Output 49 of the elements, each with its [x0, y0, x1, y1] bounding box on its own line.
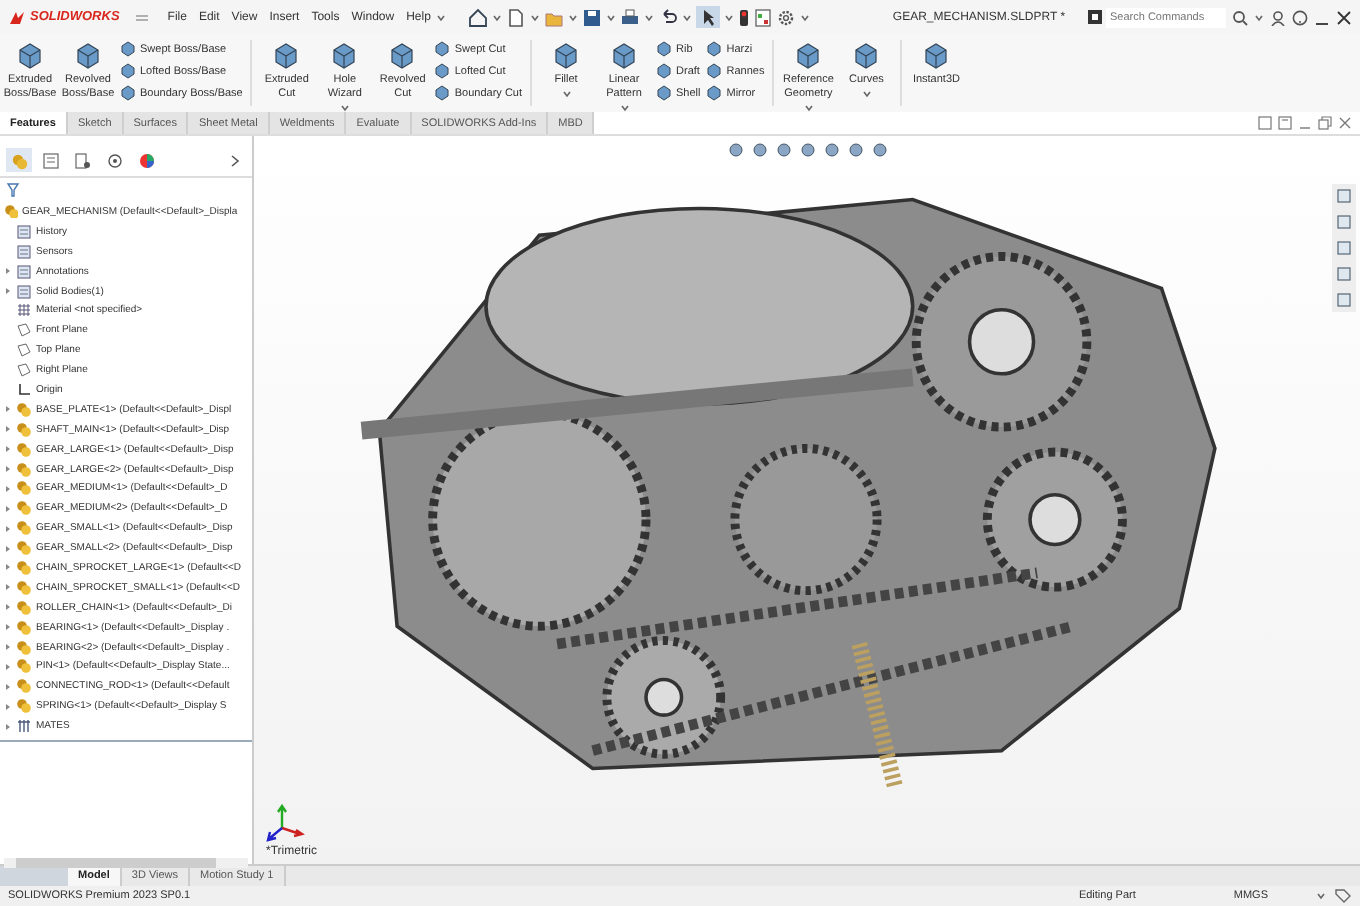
- select-tool-button[interactable]: [696, 6, 721, 28]
- tag-icon[interactable]: [1334, 888, 1352, 904]
- restore-icon[interactable]: [1318, 116, 1332, 130]
- parts-icon: [10, 151, 28, 169]
- caret-icon[interactable]: [606, 13, 617, 21]
- app-icon: [1088, 10, 1102, 24]
- save-icon[interactable]: [582, 7, 603, 27]
- caret-icon[interactable]: [682, 13, 693, 21]
- tile-icon[interactable]: [1278, 116, 1292, 130]
- funnel-icon[interactable]: [6, 182, 20, 198]
- caret-icon[interactable]: [1254, 13, 1264, 21]
- target-icon: [106, 151, 124, 169]
- horizontal-scrollbar[interactable]: [4, 858, 248, 869]
- grid-icon: [16, 302, 32, 319]
- caret-icon[interactable]: [492, 13, 503, 21]
- help-icon[interactable]: [1292, 9, 1308, 25]
- print-icon[interactable]: [620, 7, 641, 27]
- traffic-light-icon[interactable]: [738, 7, 751, 27]
- logo-mark-icon: [8, 9, 26, 25]
- caret-icon[interactable]: [803, 103, 814, 112]
- caret-icon[interactable]: [861, 89, 872, 98]
- chevron-right-icon[interactable]: [230, 153, 240, 167]
- close-icon[interactable]: [1336, 9, 1352, 25]
- caret-icon[interactable]: [800, 13, 811, 21]
- panel-tab[interactable]: [70, 148, 96, 172]
- undo-icon[interactable]: [658, 7, 679, 27]
- parts-icon: [4, 204, 18, 219]
- caret-icon[interactable]: [724, 13, 735, 21]
- tile-icon[interactable]: [1258, 116, 1272, 130]
- caret-icon[interactable]: [530, 13, 541, 21]
- user-icon[interactable]: [1270, 9, 1286, 25]
- pointer-icon: [700, 8, 717, 26]
- coordinate-triad-icon: [266, 804, 306, 844]
- caret-icon[interactable]: [568, 13, 579, 21]
- panel-tab[interactable]: [134, 148, 160, 172]
- caret-icon[interactable]: [339, 103, 350, 112]
- gear-icon[interactable]: [776, 7, 797, 27]
- caret-icon[interactable]: [619, 103, 630, 112]
- caret-icon[interactable]: [644, 13, 655, 21]
- axes-icon: [16, 381, 32, 398]
- new-document-icon[interactable]: [506, 7, 527, 27]
- caret-icon[interactable]: [1316, 892, 1326, 900]
- panel-tab[interactable]: [102, 148, 128, 172]
- caret-icon[interactable]: [436, 13, 447, 21]
- caret-icon[interactable]: [561, 89, 572, 98]
- search-icon[interactable]: [1232, 9, 1248, 25]
- configuration-icon: [74, 151, 92, 169]
- filter-icon[interactable]: [754, 7, 773, 27]
- clip-icon: [16, 718, 32, 735]
